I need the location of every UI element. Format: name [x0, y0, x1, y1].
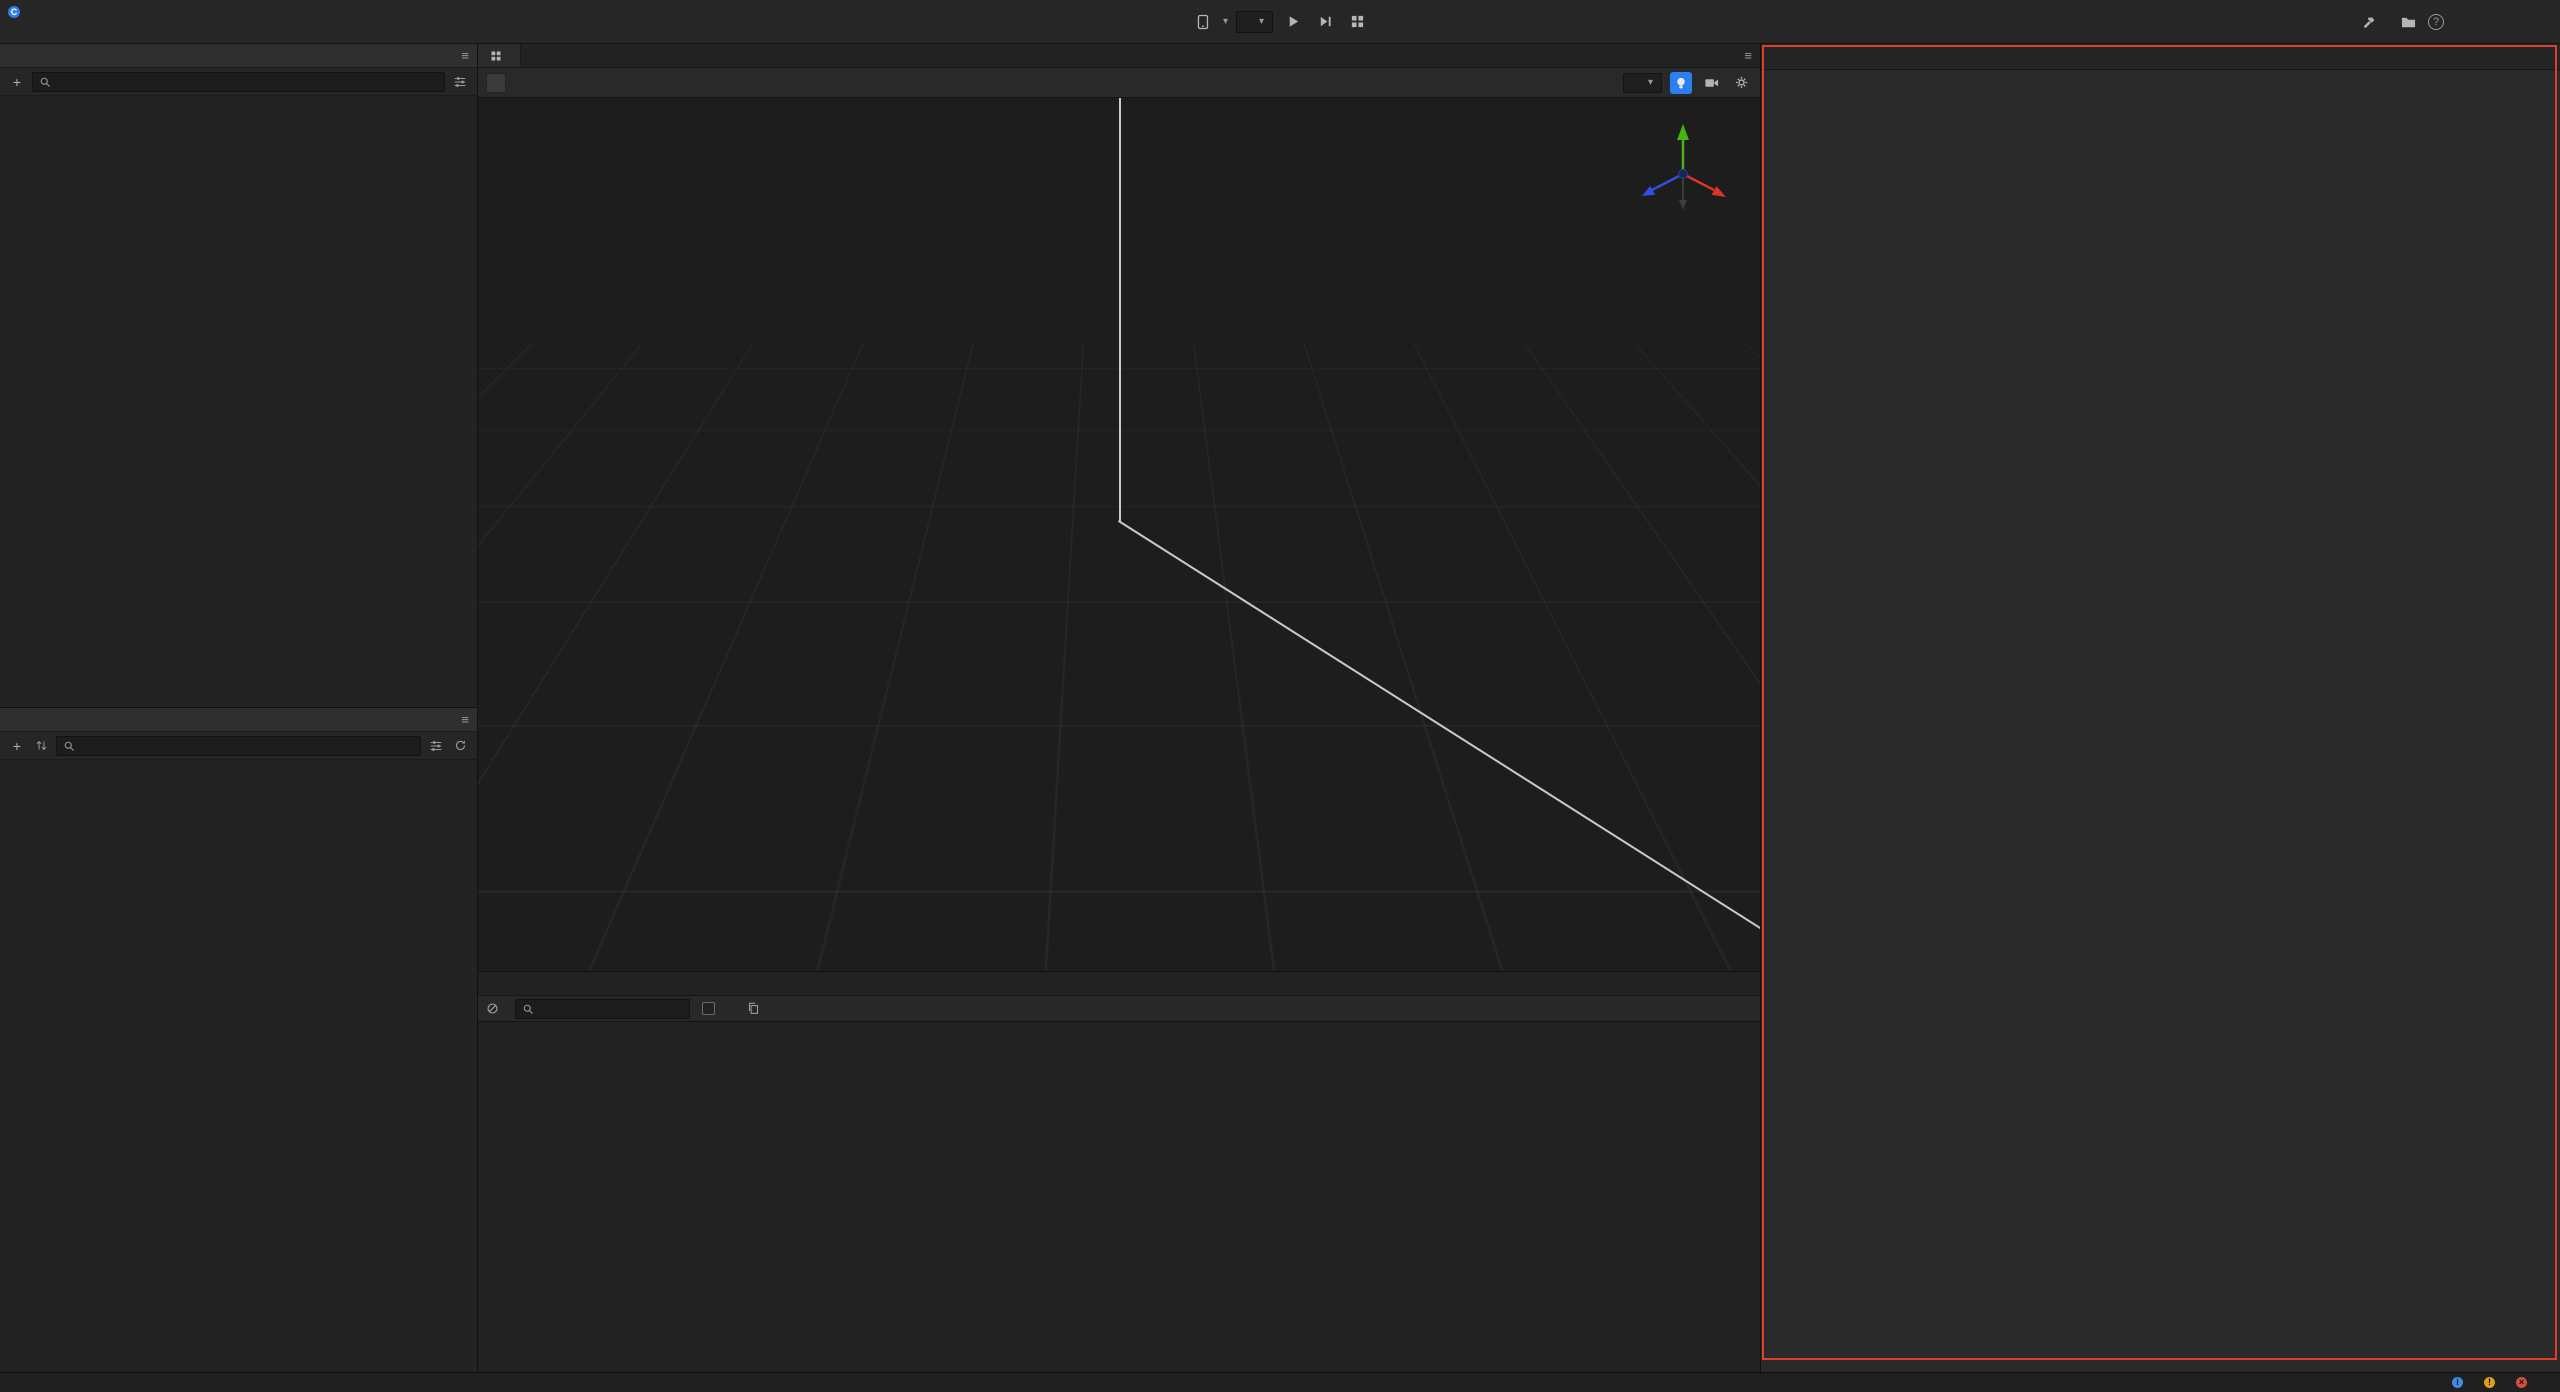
gear-icon — [1734, 75, 1749, 90]
console-log-list — [478, 1022, 1760, 1372]
step-button[interactable] — [1313, 10, 1337, 34]
camera-icon — [1704, 75, 1719, 90]
header-toolbar-center: ▾ ▾ — [1191, 10, 1369, 34]
status-warning-count[interactable]: ! — [2484, 1377, 2500, 1388]
assets-menu-icon[interactable]: ≡ — [461, 712, 469, 727]
scene-toolbar-right: ▾ — [1623, 72, 1752, 94]
open-project-folder-button[interactable] — [2396, 10, 2420, 34]
layout-grid-button[interactable] — [1345, 10, 1369, 34]
preview-device-button[interactable] — [1191, 10, 1215, 34]
hierarchy-panel: ≡ + — [0, 44, 477, 708]
scene-menu-icon[interactable]: ≡ — [1744, 48, 1760, 63]
maximize-button[interactable] — [2488, 7, 2520, 37]
cocos-creator-window: C ▾ ▾ ? — [0, 0, 2560, 1392]
search-icon — [39, 76, 51, 88]
sliders-icon — [429, 739, 443, 753]
assets-refresh-button[interactable] — [451, 737, 469, 755]
assets-search-box[interactable] — [56, 736, 421, 756]
clear-icon — [486, 1002, 499, 1015]
center-column: ≡ ▾ — [478, 44, 1760, 1372]
close-button[interactable] — [2524, 7, 2556, 37]
console-toolbar — [478, 996, 1760, 1022]
chevron-down-icon: ▾ — [1259, 16, 1264, 27]
framework-config-content — [1761, 70, 2560, 1372]
copy-icon — [747, 1002, 760, 1015]
sort-icon — [35, 739, 48, 752]
dimension-toggle-button[interactable] — [486, 73, 506, 93]
titlebar: C ▾ ▾ ? — [0, 0, 2560, 44]
cocos-logo-icon: C — [8, 6, 20, 18]
view-mode-select[interactable]: ▾ — [1623, 73, 1662, 93]
play-button[interactable] — [1281, 10, 1305, 34]
scene-icon — [490, 50, 502, 62]
regex-checkbox[interactable] — [702, 1002, 715, 1015]
create-node-button[interactable]: + — [8, 73, 26, 91]
main-area: ≡ + ≡ + — [0, 44, 2560, 1372]
info-icon: i — [2452, 1377, 2463, 1388]
status-bar: i ! × — [0, 1372, 2560, 1392]
error-icon: × — [2516, 1377, 2527, 1388]
hierarchy-search-box[interactable] — [32, 72, 445, 92]
console-search-box[interactable] — [515, 999, 690, 1019]
sliders-icon — [453, 75, 467, 89]
console-regex-toggle[interactable] — [702, 1002, 720, 1015]
preview-scene-select[interactable]: ▾ — [1236, 11, 1273, 33]
scene-settings-button[interactable] — [1730, 72, 1752, 94]
inspector-tab-strip — [1761, 44, 2560, 70]
status-error-count[interactable]: × — [2516, 1377, 2532, 1388]
scene-viewport[interactable] — [478, 98, 1760, 971]
assets-panel: ≡ + — [0, 708, 477, 1372]
assets-panel-header: ≡ — [0, 708, 477, 732]
assets-search-row: + — [0, 732, 477, 760]
hammer-icon — [2362, 15, 2376, 29]
assets-filter-button[interactable] — [427, 737, 445, 755]
orientation-gizmo[interactable] — [1618, 104, 1748, 224]
asset-sort-button[interactable] — [32, 737, 50, 755]
preview-device-caret-icon[interactable]: ▾ — [1223, 16, 1228, 27]
console-panel — [478, 971, 1760, 1372]
warning-icon: ! — [2484, 1377, 2495, 1388]
chevron-down-icon: ▾ — [1648, 77, 1653, 88]
hierarchy-tree — [0, 96, 477, 707]
hierarchy-search-input[interactable] — [56, 76, 438, 88]
search-icon — [63, 740, 75, 752]
console-tab-strip — [478, 972, 1760, 996]
minimize-button[interactable] — [2452, 7, 2484, 37]
create-asset-button[interactable]: + — [8, 737, 26, 755]
status-info-count[interactable]: i — [2452, 1377, 2468, 1388]
left-column: ≡ + ≡ + — [0, 44, 478, 1372]
hierarchy-filter-button[interactable] — [451, 73, 469, 91]
scene-toolbar: ▾ — [478, 68, 1760, 98]
search-icon — [522, 1003, 534, 1015]
bulb-icon — [1674, 76, 1688, 90]
scene-axis-line-vertical — [1119, 98, 1121, 521]
console-search-input[interactable] — [539, 1002, 683, 1016]
scene-light-toggle[interactable] — [1670, 72, 1692, 94]
assets-search-input[interactable] — [80, 740, 414, 752]
refresh-icon — [454, 739, 467, 752]
hierarchy-menu-icon[interactable]: ≡ — [461, 48, 469, 63]
tab-scene-editor[interactable] — [478, 44, 521, 67]
scene-camera-button[interactable] — [1700, 72, 1722, 94]
scene-tab-strip: ≡ — [478, 44, 1760, 68]
assets-tree — [0, 760, 477, 1372]
build-publish-button[interactable] — [2352, 15, 2392, 29]
hierarchy-search-row: + — [0, 68, 477, 96]
header-toolbar-right: ? — [2352, 0, 2560, 44]
hierarchy-panel-header: ≡ — [0, 44, 477, 68]
help-icon: ? — [2428, 14, 2444, 30]
inspector-panel — [1760, 44, 2560, 1372]
help-button[interactable]: ? — [2424, 10, 2448, 34]
console-clear-button[interactable] — [486, 1002, 503, 1015]
console-copy-button[interactable] — [744, 1000, 762, 1018]
